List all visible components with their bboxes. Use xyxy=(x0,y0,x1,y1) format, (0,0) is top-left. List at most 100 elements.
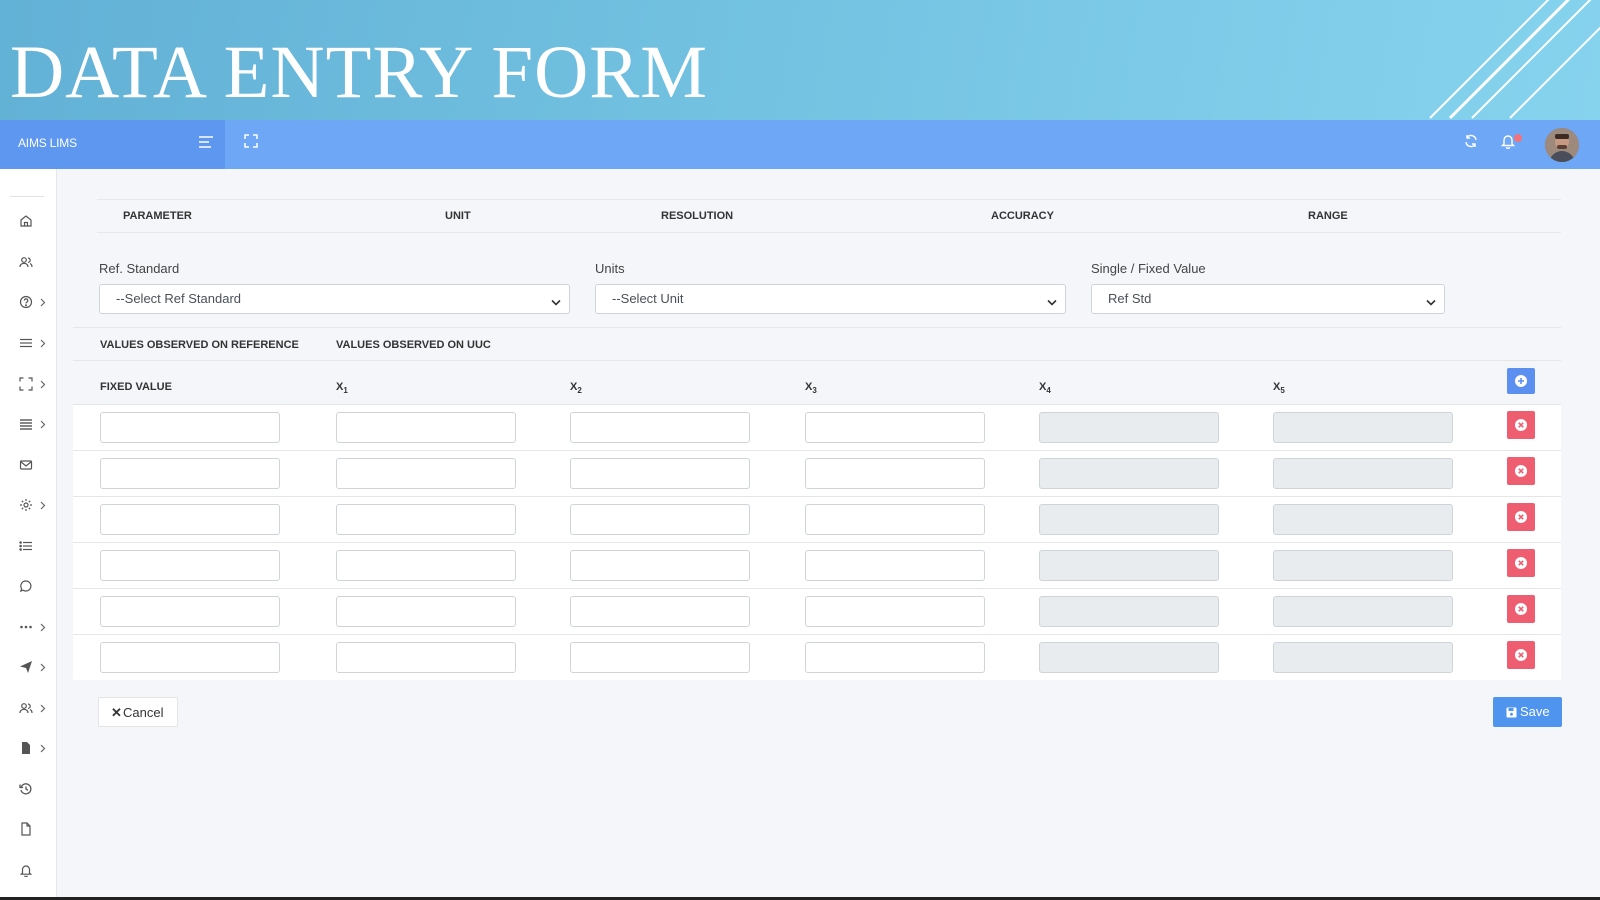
help-icon xyxy=(19,295,35,311)
fixed-value-input[interactable] xyxy=(100,504,280,535)
list-icon xyxy=(19,417,35,433)
file-icon xyxy=(19,741,35,757)
close-circle-icon xyxy=(1515,419,1527,431)
x1-input[interactable] xyxy=(336,504,516,535)
units-select[interactable]: --Select Unit xyxy=(595,284,1066,314)
x3-input[interactable] xyxy=(805,412,985,443)
add-row-button[interactable] xyxy=(1507,368,1535,394)
x2-input[interactable] xyxy=(570,504,750,535)
fullscreen-icon[interactable] xyxy=(244,134,266,156)
sidebar-item-expand[interactable] xyxy=(0,372,57,398)
chevron-right-icon xyxy=(40,704,48,714)
table-row xyxy=(73,634,1561,680)
table-row xyxy=(73,588,1561,634)
ref-standard-value: --Select Ref Standard xyxy=(116,291,242,306)
close-circle-icon xyxy=(1515,649,1527,661)
sidebar-item-help[interactable] xyxy=(0,290,57,316)
sidebar-item-group[interactable] xyxy=(0,696,57,722)
brand-name[interactable]: AIMS LIMS xyxy=(18,136,77,150)
delete-row-button[interactable] xyxy=(1507,595,1535,623)
x3-input[interactable] xyxy=(805,458,985,489)
delete-row-button[interactable] xyxy=(1507,503,1535,531)
sidebar-item-file[interactable] xyxy=(0,736,57,762)
fixed-value-input[interactable] xyxy=(100,550,280,581)
sidebar-item-chat[interactable] xyxy=(0,574,57,600)
fixed-value-input[interactable] xyxy=(100,412,280,443)
observed-on-reference: VALUES OBSERVED ON REFERENCE xyxy=(100,339,299,351)
x1-input[interactable] xyxy=(336,458,516,489)
chevron-right-icon xyxy=(40,623,48,633)
notification-dot xyxy=(1514,134,1522,142)
x3-input[interactable] xyxy=(805,550,985,581)
sidebar-item-users[interactable] xyxy=(0,250,57,276)
chevron-right-icon xyxy=(40,744,48,754)
single-fixed-select[interactable]: Ref Std xyxy=(1091,284,1445,314)
delete-row-button[interactable] xyxy=(1507,411,1535,439)
delete-row-button[interactable] xyxy=(1507,457,1535,485)
delete-row-button[interactable] xyxy=(1507,641,1535,669)
x1-input[interactable] xyxy=(336,642,516,673)
cancel-button[interactable]: ✕ Cancel xyxy=(98,697,178,727)
sidebar-divider xyxy=(10,196,44,197)
table-row xyxy=(73,496,1561,542)
title-banner: DATA ENTRY FORM xyxy=(0,0,1600,120)
users-icon xyxy=(19,255,35,271)
x3-input[interactable] xyxy=(805,504,985,535)
notification-bell-icon[interactable] xyxy=(1500,133,1522,155)
x2-input[interactable] xyxy=(570,458,750,489)
x1-input[interactable] xyxy=(336,412,516,443)
sidebar-item-menu[interactable] xyxy=(0,331,57,357)
x4-input xyxy=(1039,550,1219,581)
table-row xyxy=(73,542,1561,588)
user-avatar[interactable] xyxy=(1545,128,1579,162)
refresh-icon[interactable] xyxy=(1464,134,1484,154)
chevron-down-icon xyxy=(551,295,561,310)
sidebar-item-bullet-list[interactable] xyxy=(0,534,57,560)
sidebar-item-more[interactable] xyxy=(0,615,57,641)
x2-input[interactable] xyxy=(570,642,750,673)
x5-input xyxy=(1273,550,1453,581)
sidebar-item-list[interactable] xyxy=(0,412,57,438)
sidebar-item-home[interactable] xyxy=(0,209,57,235)
bell-icon xyxy=(19,863,35,879)
header-resolution: RESOLUTION xyxy=(661,210,734,222)
x3-input[interactable] xyxy=(805,596,985,627)
x5-input xyxy=(1273,458,1453,489)
delete-row-button[interactable] xyxy=(1507,549,1535,577)
fixed-value-input[interactable] xyxy=(100,642,280,673)
col-fixed-value: FIXED VALUE xyxy=(100,381,172,393)
x3-input[interactable] xyxy=(805,642,985,673)
x2-input[interactable] xyxy=(570,550,750,581)
chevron-right-icon xyxy=(40,298,48,308)
sidebar-item-mail[interactable] xyxy=(0,453,57,479)
top-navbar: AIMS LIMS xyxy=(0,120,1600,169)
x2-input[interactable] xyxy=(570,412,750,443)
chevron-right-icon xyxy=(40,663,48,673)
sidebar-item-settings[interactable] xyxy=(0,493,57,519)
units-value: --Select Unit xyxy=(612,291,684,306)
menu-toggle-icon[interactable] xyxy=(198,134,222,156)
page-title: DATA ENTRY FORM xyxy=(10,31,708,114)
col-x5: X5 xyxy=(1273,381,1285,396)
fixed-value-input[interactable] xyxy=(100,596,280,627)
fixed-value-input[interactable] xyxy=(100,458,280,489)
header-accuracy: ACCURACY xyxy=(991,210,1054,222)
col-x3: X3 xyxy=(805,381,817,396)
more-icon xyxy=(19,620,35,636)
sidebar-item-history[interactable] xyxy=(0,777,57,803)
header-range: RANGE xyxy=(1308,210,1348,222)
x4-input xyxy=(1039,504,1219,535)
close-icon: ✕ xyxy=(111,705,122,720)
x1-input[interactable] xyxy=(336,550,516,581)
chevron-right-icon xyxy=(40,501,48,511)
header-unit: UNIT xyxy=(445,210,471,222)
bullet-list-icon xyxy=(19,539,35,555)
header-parameter: PARAMETER xyxy=(123,210,192,222)
sidebar-item-send[interactable] xyxy=(0,655,57,681)
sidebar-item-notifications[interactable] xyxy=(0,858,57,884)
x1-input[interactable] xyxy=(336,596,516,627)
sidebar-item-document[interactable] xyxy=(0,817,57,843)
save-button[interactable]: Save xyxy=(1493,697,1562,727)
ref-standard-select[interactable]: --Select Ref Standard xyxy=(99,284,570,314)
x2-input[interactable] xyxy=(570,596,750,627)
